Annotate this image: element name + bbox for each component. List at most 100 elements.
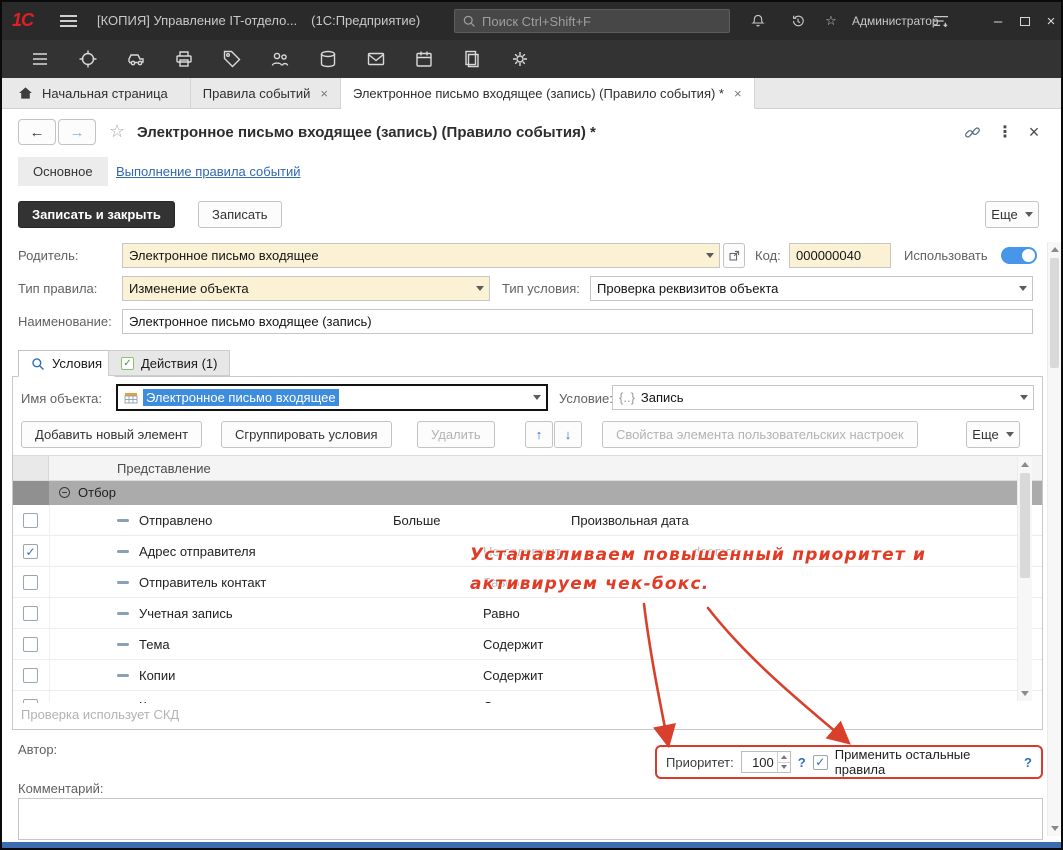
database-icon[interactable] [304, 40, 352, 78]
group-conditions-button[interactable]: Сгруппировать условия [221, 421, 392, 448]
priority-help-link[interactable]: ? [798, 755, 806, 770]
comment-field[interactable] [18, 798, 1043, 840]
documents-icon[interactable] [448, 40, 496, 78]
interface-mode-icon[interactable] [930, 11, 952, 31]
notifications-bell-icon[interactable] [747, 11, 769, 31]
filter-comparison: Больше [393, 505, 441, 536]
rule-type-select[interactable]: Изменение объекта [122, 276, 490, 301]
row-checkbox[interactable] [23, 606, 38, 621]
tab-close-icon[interactable]: × [734, 86, 742, 101]
more-button[interactable]: Еще [985, 201, 1039, 228]
object-name-label: Имя объекта: [21, 391, 102, 406]
price-tag-icon[interactable] [208, 40, 256, 78]
filter-item-icon [117, 550, 129, 553]
apply-rules-label: Применить остальные правила [835, 747, 1017, 777]
form-scrollbar[interactable] [1047, 242, 1061, 836]
target-navigation-icon[interactable] [64, 40, 112, 78]
delete-button[interactable]: Удалить [417, 421, 495, 448]
filter-field: Тема [139, 629, 170, 660]
close-form-icon[interactable]: × [1023, 121, 1045, 143]
condition-type-dropdown-icon[interactable] [1014, 277, 1032, 300]
row-checkbox[interactable] [23, 668, 38, 683]
code-field[interactable]: 000000040 [789, 243, 891, 268]
priority-stepper[interactable] [741, 751, 791, 773]
maximize-button[interactable] [1013, 10, 1037, 32]
nav-link-rule-execution[interactable]: Выполнение правила событий [116, 164, 301, 179]
forward-button[interactable]: → [58, 119, 96, 145]
settings-gear-icon[interactable] [496, 40, 544, 78]
users-icon[interactable] [256, 40, 304, 78]
search-input[interactable]: Поиск Ctrl+Shift+F [454, 9, 730, 33]
condition-dropdown-icon[interactable] [1015, 386, 1033, 409]
main-menu-icon[interactable] [60, 15, 77, 27]
parent-field[interactable]: Электронное письмо входящее [122, 243, 720, 268]
filter-row[interactable]: Учетная запись Равно [13, 598, 1042, 629]
user-settings-properties-button[interactable]: Свойства элемента пользовательских настр… [602, 421, 918, 448]
favorites-star-icon[interactable]: ☆ [820, 11, 842, 31]
scroll-down-icon[interactable] [1048, 821, 1061, 836]
row-checkbox[interactable]: ✓ [23, 544, 38, 559]
condition-select[interactable]: {..} Запись [612, 385, 1034, 410]
scrollbar-thumb[interactable] [1050, 258, 1059, 368]
move-down-button[interactable]: ↓ [554, 421, 582, 448]
filter-field: Адрес отправителя [139, 536, 256, 567]
tab-incoming-email-rule[interactable]: Электронное письмо входящее (запись) (Пр… [341, 78, 755, 109]
vehicle-icon[interactable] [112, 40, 160, 78]
skd-note: Проверка использует СКД [21, 707, 179, 722]
table-scrollbar[interactable] [1017, 457, 1032, 701]
get-link-icon[interactable] [961, 121, 983, 143]
list-more-button[interactable]: Еще [966, 421, 1020, 448]
apply-rules-checkbox[interactable]: ✓ [813, 755, 828, 770]
arrow-down-icon: ↓ [565, 427, 572, 442]
object-name-dropdown-icon[interactable] [528, 386, 546, 409]
more-actions-kebab-icon[interactable]: ⋮ [994, 121, 1016, 143]
scroll-down-icon[interactable] [1018, 686, 1032, 701]
tab-close-icon[interactable]: × [320, 86, 328, 101]
close-window-button[interactable]: × [1039, 10, 1063, 32]
desktop-menu-icon[interactable] [16, 40, 64, 78]
tab-home[interactable]: Начальная страница [2, 78, 191, 108]
scroll-up-icon[interactable] [1018, 457, 1032, 472]
row-checkbox[interactable] [23, 575, 38, 590]
parent-dropdown-icon[interactable] [701, 244, 719, 267]
filter-row[interactable]: Отправлено Больше Произвольная дата [13, 505, 1042, 536]
spinner-icons[interactable] [777, 752, 790, 772]
condition-type-select[interactable]: Проверка реквизитов объекта [590, 276, 1033, 301]
filter-item-icon [117, 581, 129, 584]
use-toggle[interactable] [1001, 247, 1037, 264]
rule-type-dropdown-icon[interactable] [471, 277, 489, 300]
window-title: [КОПИЯ] Управление IT-отдело...(1С:Предп… [97, 13, 420, 28]
row-checkbox[interactable] [23, 513, 38, 528]
history-icon[interactable] [787, 11, 809, 31]
filter-row[interactable]: Кому Содержит [13, 691, 1042, 703]
scroll-up-icon[interactable] [1048, 242, 1061, 257]
filter-group-row[interactable]: Отбор [13, 481, 1042, 505]
minimize-button[interactable]: – [986, 10, 1010, 32]
scrollbar-thumb[interactable] [1020, 473, 1030, 578]
parent-open-button[interactable] [723, 243, 745, 268]
row-checkbox[interactable] [23, 637, 38, 652]
add-element-button[interactable]: Добавить новый элемент [21, 421, 202, 448]
mail-icon[interactable] [352, 40, 400, 78]
printer-icon[interactable] [160, 40, 208, 78]
apply-rules-help-link[interactable]: ? [1024, 755, 1032, 770]
calendar-icon[interactable] [400, 40, 448, 78]
back-button[interactable]: ← [18, 119, 56, 145]
object-name-select[interactable]: Электронное письмо входящее [116, 384, 548, 411]
save-button[interactable]: Записать [198, 201, 282, 228]
tab-actions[interactable]: ✓ Действия (1) [108, 350, 230, 376]
tab-event-rules[interactable]: Правила событий × [191, 78, 341, 108]
save-and-close-button[interactable]: Записать и закрыть [18, 201, 175, 228]
condition-label: Условие: [559, 391, 613, 406]
nav-item-main[interactable]: Основное [18, 157, 108, 186]
favorite-star-icon[interactable]: ☆ [109, 121, 125, 142]
filter-row[interactable]: Тема Содержит [13, 629, 1042, 660]
filter-row[interactable]: Копии Содержит [13, 660, 1042, 691]
current-user[interactable]: Администратор [852, 14, 939, 28]
name-field[interactable]: Электронное письмо входящее (запись) [122, 309, 1033, 334]
collapse-group-icon[interactable] [59, 487, 70, 498]
row-checkbox[interactable] [23, 699, 38, 703]
move-up-button[interactable]: ↑ [525, 421, 553, 448]
filter-comparison: Содержит [483, 691, 543, 703]
tab-conditions[interactable]: Условия [18, 350, 115, 377]
